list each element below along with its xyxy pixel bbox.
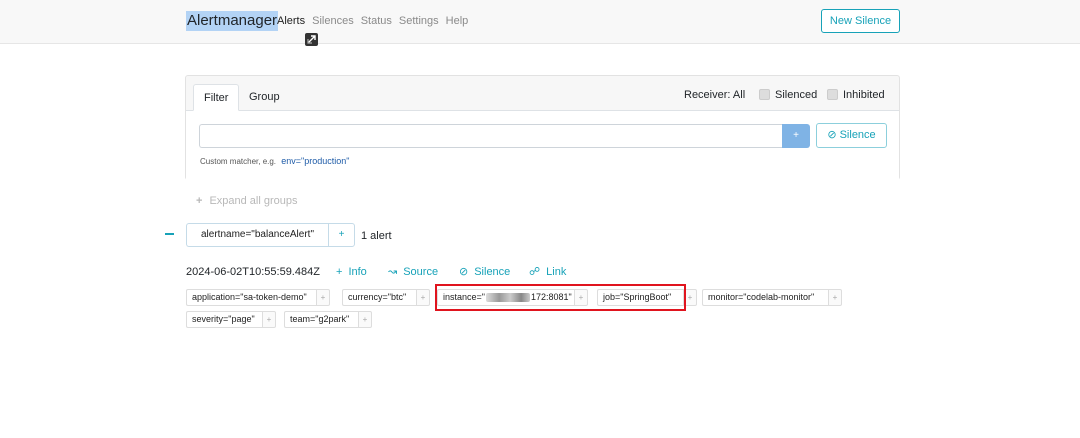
info-label: Info bbox=[348, 266, 367, 278]
group-matcher[interactable]: alertname="balanceAlert" bbox=[186, 223, 328, 247]
filter-silence-button[interactable]: ⊘ Silence bbox=[816, 123, 887, 148]
main-nav: Alerts Silences Status Settings Help bbox=[277, 14, 475, 28]
filter-input[interactable] bbox=[199, 124, 782, 148]
alert-count: 1 alert bbox=[361, 230, 392, 242]
inhibited-checkbox[interactable] bbox=[827, 89, 838, 100]
label-severity[interactable]: severity="page" bbox=[186, 311, 262, 328]
label-add-button[interactable]: + bbox=[416, 289, 430, 306]
plus-icon: + bbox=[336, 266, 343, 278]
label-application[interactable]: application="sa-token-demo" bbox=[186, 289, 316, 306]
label-add-button[interactable]: + bbox=[358, 311, 372, 328]
matcher-hint: Custom matcher, e.g. env="production" bbox=[200, 155, 349, 168]
filter-silence-label: Silence bbox=[839, 129, 876, 141]
link-icon: ☍ bbox=[529, 266, 541, 278]
nav-alerts[interactable]: Alerts bbox=[277, 15, 305, 27]
label-add-button[interactable]: + bbox=[828, 289, 842, 306]
expand-all-groups[interactable]: + Expand all groups bbox=[196, 194, 298, 208]
chart-icon: ↝ bbox=[388, 266, 398, 278]
nav-status[interactable]: Status bbox=[361, 15, 392, 27]
hint-text: Custom matcher, e.g. bbox=[200, 157, 277, 166]
nav-silences[interactable]: Silences bbox=[312, 15, 354, 27]
cursor-icon bbox=[305, 33, 318, 46]
new-silence-button[interactable]: New Silence bbox=[821, 9, 900, 33]
tab-filter[interactable]: Filter bbox=[193, 84, 240, 111]
annotation-highlight-box bbox=[435, 284, 686, 311]
silenced-label: Silenced bbox=[775, 89, 818, 101]
top-navbar: Alertmanager Alerts Silences Status Setting… bbox=[0, 0, 1080, 46]
source-button[interactable]: ↝ Source bbox=[388, 265, 438, 279]
plus-icon: + bbox=[196, 195, 203, 207]
expand-all-label: Expand all groups bbox=[209, 195, 298, 207]
filter-card: Filter Group Receiver: All Silenced Inhi… bbox=[185, 75, 900, 180]
group-add-button[interactable]: + bbox=[328, 223, 355, 247]
label-add-button[interactable]: + bbox=[316, 289, 330, 306]
link-button[interactable]: ☍ Link bbox=[529, 265, 566, 279]
collapse-group-icon[interactable] bbox=[165, 233, 174, 235]
label-currency[interactable]: currency="btc" bbox=[342, 289, 416, 306]
label-monitor[interactable]: monitor="codelab-monitor" bbox=[702, 289, 828, 306]
nav-help[interactable]: Help bbox=[446, 15, 469, 27]
bell-slash-icon: ⊘ bbox=[459, 266, 469, 278]
add-matcher-button[interactable]: + bbox=[782, 124, 810, 148]
alert-silence-button[interactable]: ⊘ Silence bbox=[459, 265, 510, 279]
info-button[interactable]: + Info bbox=[336, 265, 367, 279]
tab-group[interactable]: Group bbox=[239, 84, 290, 111]
alert-silence-label: Silence bbox=[474, 266, 511, 278]
brand-logo[interactable]: Alertmanager bbox=[186, 11, 279, 31]
alert-timestamp: 2024-06-02T10:55:59.484Z bbox=[186, 266, 320, 278]
label-team[interactable]: team="g2park" bbox=[284, 311, 358, 328]
label-add-button[interactable]: + bbox=[262, 311, 276, 328]
silenced-checkbox[interactable] bbox=[759, 89, 770, 100]
bell-slash-icon: ⊘ bbox=[827, 129, 837, 141]
link-label: Link bbox=[546, 266, 567, 278]
nav-settings[interactable]: Settings bbox=[399, 15, 439, 27]
filter-body: + ⊘ Silence Custom matcher, e.g. env="pr… bbox=[186, 110, 899, 180]
source-label: Source bbox=[403, 266, 439, 278]
receiver-dropdown[interactable]: Receiver: All bbox=[684, 88, 745, 102]
hint-example: env="production" bbox=[281, 156, 350, 166]
inhibited-label: Inhibited bbox=[843, 89, 885, 101]
